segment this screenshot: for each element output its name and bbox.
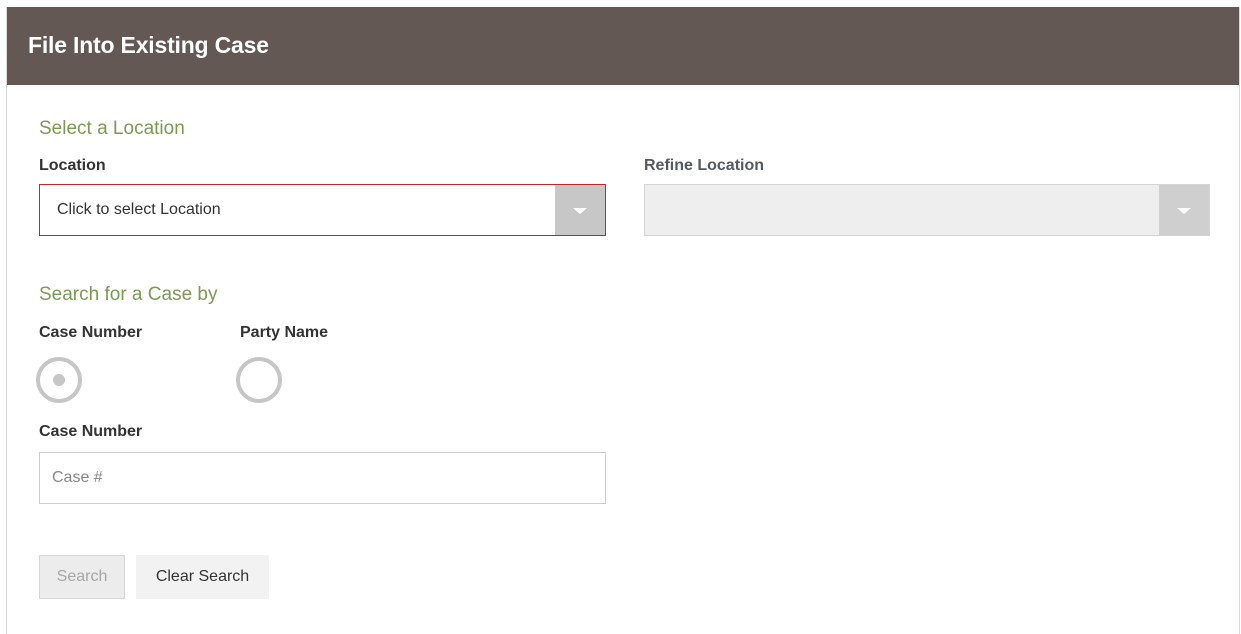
location-label: Location [39,157,106,174]
case-number-input[interactable] [39,452,606,504]
select-location-heading: Select a Location [39,118,185,139]
search-option-party-name-label: Party Name [240,324,329,341]
chevron-down-icon [573,208,587,214]
page-title: File Into Existing Case [28,32,269,58]
location-dropdown-toggle[interactable] [555,185,605,235]
refine-location-select[interactable] [644,184,1210,236]
search-button[interactable]: Search [39,555,125,599]
file-into-existing-case-panel: File Into Existing Case Select a Locatio… [6,7,1240,634]
search-case-by-heading: Search for a Case by [39,284,218,305]
refine-location-label: Refine Location [644,157,765,174]
case-number-radio[interactable] [36,357,82,403]
radio-unselected-icon [236,357,282,403]
party-name-radio[interactable] [236,357,282,403]
panel-header: File Into Existing Case [7,7,1239,85]
location-select-value: Click to select Location [57,201,221,218]
case-number-field-label: Case Number [39,423,143,440]
location-select[interactable]: Click to select Location [39,184,606,236]
radio-dot [53,374,65,386]
clear-search-button[interactable]: Clear Search [136,555,269,599]
search-option-case-number-label: Case Number [39,324,143,341]
chevron-down-icon [1177,208,1191,214]
refine-location-dropdown-toggle[interactable] [1159,185,1209,235]
